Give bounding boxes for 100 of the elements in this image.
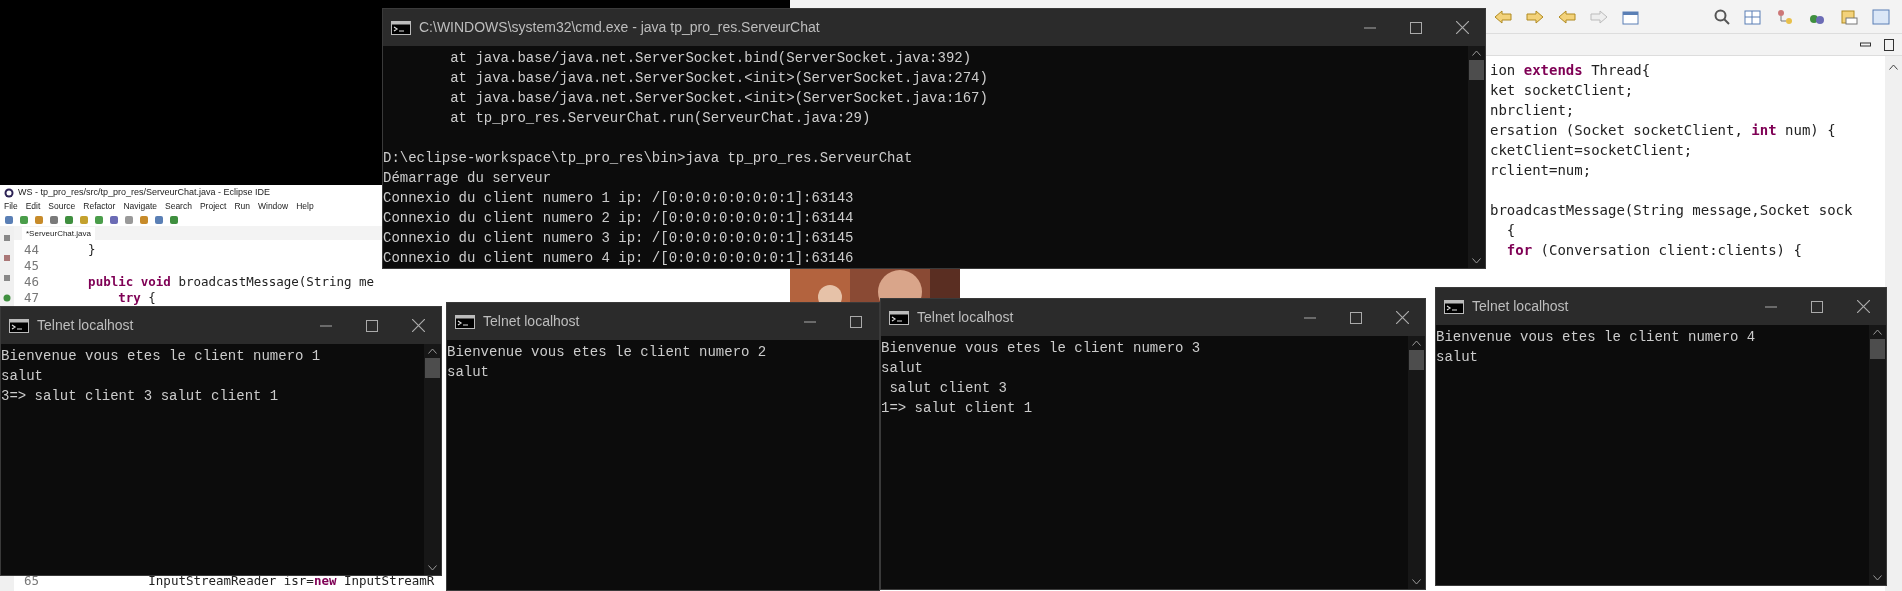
console-line: at java.base/java.net.ServerSocket.<init>(ServerSocket.java:167) (449, 90, 988, 106)
menu-item[interactable]: Edit (25, 200, 41, 213)
maximize-icon[interactable] (1811, 300, 1823, 313)
console-line: 1=> salut client 1 (881, 400, 1033, 416)
console-line: Connexio du client numero 1 ip: /[0:0:0:0:0:0:0:1]:63143 (383, 190, 854, 206)
window-title: C:\WINDOWS\system32\cmd.exe - java tp_pro_res.ServeurChat (419, 18, 820, 37)
code-line: ket socketClient; (1490, 82, 1634, 98)
console-line: D:\eclipse-workspace\tp_pro_res\bin>java tp_pro_res.ServeurChat (383, 150, 913, 166)
maximize-icon[interactable] (1350, 311, 1362, 324)
scrollbar[interactable] (1408, 336, 1425, 589)
close-icon[interactable] (1856, 300, 1870, 313)
maximize-icon[interactable] (1884, 38, 1894, 51)
maximize-icon[interactable] (1410, 21, 1422, 34)
line-number: 65 (23, 573, 41, 589)
database-icon[interactable] (1840, 8, 1858, 25)
menu-item[interactable]: Project (199, 200, 227, 213)
window-title: Telnet localhost (483, 312, 580, 331)
line-number: 46 (23, 274, 41, 290)
console-line: Démarrage du serveur (383, 170, 552, 186)
outline-icon[interactable] (3, 254, 11, 262)
code-line: InputStreamReader isr=new InputStreamR (147, 573, 435, 589)
editor-tab[interactable]: *ServeurChat.java (22, 227, 95, 240)
console-line: at java.base/java.net.ServerSocket.<init>(ServerSocket.java:274) (449, 70, 988, 86)
scrollbar[interactable] (1468, 46, 1485, 268)
scroll-up-icon[interactable] (1873, 329, 1882, 335)
console-line: Bienvenue vous etes le client numero 2 (447, 344, 767, 360)
toolbar-icon[interactable] (4, 214, 14, 225)
scroll-down-icon[interactable] (428, 565, 437, 571)
code-line: cketClient=socketClient; (1490, 142, 1693, 158)
toolbar-icon[interactable] (154, 214, 164, 225)
menu-item[interactable]: Search (165, 200, 192, 213)
scroll-up-icon[interactable] (1412, 340, 1421, 346)
code-line: } (87, 242, 96, 258)
console-icon (455, 314, 475, 329)
scrollbar-thumb[interactable] (425, 358, 440, 378)
code-line: ion extends Thread{ (1490, 62, 1651, 78)
console-icon (391, 20, 411, 35)
scrollbar-thumb[interactable] (1409, 350, 1424, 370)
perspective-icon[interactable] (1744, 8, 1762, 25)
close-icon[interactable] (1395, 311, 1409, 324)
console-icon (1444, 299, 1464, 314)
line-number: 45 (23, 258, 41, 274)
line-number: 44 (23, 242, 41, 258)
scroll-down-icon[interactable] (1472, 258, 1481, 264)
scroll-down-icon[interactable] (1412, 579, 1421, 585)
console-line: salut client 3 (888, 380, 1008, 396)
toolbar-icon[interactable] (94, 214, 104, 225)
code-line: try { (117, 290, 156, 306)
toolbar-icon[interactable] (139, 214, 149, 225)
maximize-icon[interactable] (850, 315, 862, 328)
console-line: salut (1436, 349, 1478, 365)
scrollbar-thumb[interactable] (1469, 60, 1484, 80)
menu-item[interactable]: Window (258, 200, 289, 213)
scrollbar[interactable] (1869, 325, 1886, 585)
restore-icon[interactable] (3, 234, 11, 242)
scrollbar-thumb[interactable] (1870, 339, 1885, 359)
toolbar-icon[interactable] (169, 214, 179, 225)
arrow-right-icon[interactable] (1526, 9, 1544, 24)
console-line: salut (447, 364, 489, 380)
scroll-down-icon[interactable] (1873, 575, 1882, 581)
toolbar-icon[interactable] (109, 214, 119, 225)
hierarchy-icon[interactable] (1776, 8, 1794, 25)
minimize-icon[interactable] (1860, 41, 1872, 48)
code-line: nbrclient; (1490, 102, 1575, 118)
maximize-icon[interactable] (366, 319, 378, 332)
scrollbar[interactable] (424, 344, 441, 575)
search-icon[interactable] (1714, 8, 1730, 25)
menu-item[interactable]: File (4, 200, 18, 213)
toolbar-icon[interactable] (64, 214, 74, 225)
menu-item[interactable]: Refactor (83, 200, 116, 213)
close-icon[interactable] (1455, 21, 1469, 34)
toolbar-icon[interactable] (124, 214, 134, 225)
code-line: broadcastMessage(String message,Socket sock (1490, 202, 1853, 218)
menu-item[interactable]: Help (296, 200, 314, 213)
restore-icon[interactable] (3, 274, 11, 282)
arrow-left-icon[interactable] (1494, 9, 1512, 24)
run-icon[interactable] (3, 294, 11, 302)
scroll-up-icon[interactable] (1472, 50, 1481, 56)
code-line: for (Conversation client:clients) { (1505, 242, 1802, 258)
window-title: Telnet localhost (917, 308, 1014, 327)
console-icon (889, 310, 909, 325)
code-line: public void broadcastMessage(String me (87, 274, 375, 290)
java-icon[interactable] (1872, 8, 1890, 25)
menu-item[interactable]: Navigate (123, 200, 157, 213)
code-line: { (1505, 222, 1516, 238)
code-line: ersation (Socket socketClient, int num) { (1490, 122, 1836, 138)
close-icon[interactable] (411, 319, 425, 332)
arrow-left-icon[interactable] (1558, 9, 1576, 24)
console-line: Connexio du client numero 4 ip: /[0:0:0:0:0:0:0:1]:63146 (383, 250, 854, 266)
toolbar-icon[interactable] (34, 214, 44, 225)
editor-scrollbar[interactable] (1885, 56, 1902, 591)
toolbar-icon[interactable] (19, 214, 29, 225)
menu-item[interactable]: Source (48, 200, 76, 213)
scroll-up-icon[interactable] (428, 348, 437, 354)
scroll-up-icon[interactable] (1889, 64, 1898, 70)
menu-item[interactable]: Run (234, 200, 250, 213)
toolbar-icon[interactable] (79, 214, 89, 225)
toolbar-icon[interactable] (49, 214, 59, 225)
window-icon[interactable] (1622, 8, 1640, 25)
window-title: WS - tp_pro_res/src/tp_pro_res/ServeurChat.java - Eclipse IDE (18, 185, 271, 199)
